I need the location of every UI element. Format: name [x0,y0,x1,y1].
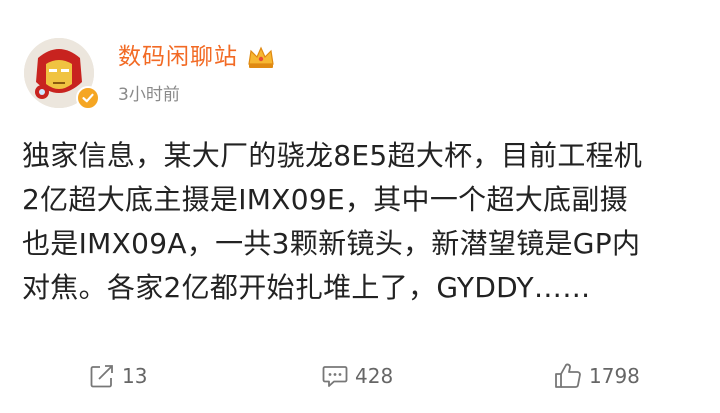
user-name[interactable]: 数码闲聊站 [118,42,238,72]
post-content-line: 2亿超大底主摄是IMX09E，其中一个超大底副摄 [22,183,628,216]
post-header: 数码闲聊站 3小时前 [24,38,704,118]
like-button[interactable]: 1798 [553,356,640,396]
avatar[interactable] [24,38,100,110]
post-action-bar: 13 428 1798 [0,356,720,396]
thumbs-up-icon [553,361,583,391]
repost-icon [88,362,116,390]
crown-badge-icon[interactable] [246,44,276,70]
comment-count: 428 [355,364,394,388]
verified-badge-icon [76,86,100,110]
comment-icon [321,362,349,390]
repost-button[interactable]: 13 [88,356,147,396]
user-name-row: 数码闲聊站 [118,42,276,72]
post-content-line: 也是IMX09A，一共3颗新镜头，新潜望镜是GP内 [22,227,641,260]
post-content-line: 独家信息，某大厂的骁龙8E5超大杯，目前工程机 [22,139,643,172]
post-timestamp: 3小时前 [118,85,180,105]
weibo-post-card: 数码闲聊站 3小时前 独家信息，某大厂的骁龙8E5超大杯，目前工程机 2亿超大底… [0,0,720,413]
post-content[interactable]: 独家信息，某大厂的骁龙8E5超大杯，目前工程机 2亿超大底主摄是IMX09E，其… [22,134,706,310]
like-count: 1798 [589,364,640,388]
comment-button[interactable]: 428 [321,356,393,396]
post-content-line: 对焦。各家2亿都开始扎堆上了，GYDDY…… [22,271,591,304]
repost-count: 13 [122,364,148,388]
